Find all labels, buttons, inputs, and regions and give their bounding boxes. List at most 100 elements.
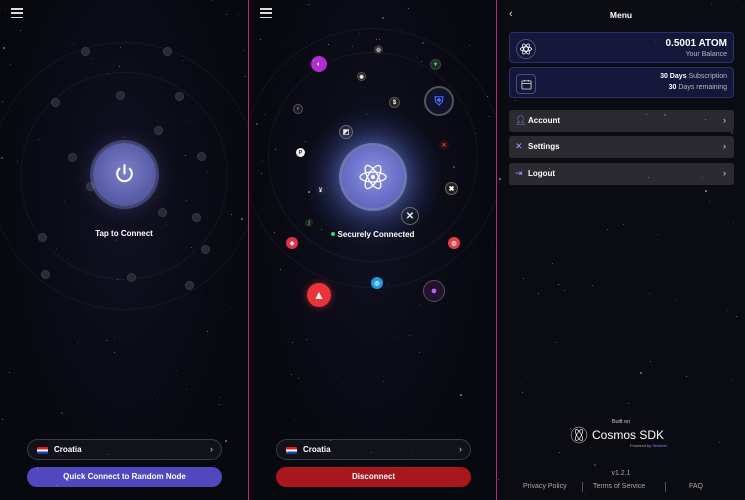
star-decoration bbox=[646, 114, 647, 115]
token-icon: ◐ bbox=[311, 56, 327, 72]
terms-link[interactable]: Terms of Service bbox=[593, 483, 645, 490]
subscription-line: 30 Days Subscription bbox=[660, 73, 727, 80]
star-decoration bbox=[230, 307, 231, 308]
node-dot bbox=[201, 245, 210, 254]
star-decoration bbox=[308, 4, 309, 5]
chevron-right-icon: › bbox=[723, 115, 726, 125]
token-icon: $ bbox=[389, 97, 400, 108]
star-decoration bbox=[285, 43, 286, 44]
star-decoration bbox=[650, 361, 651, 362]
star-decoration bbox=[736, 316, 737, 317]
hamburger-menu-icon[interactable] bbox=[260, 8, 272, 19]
star-decoration bbox=[313, 60, 314, 61]
star-decoration bbox=[742, 7, 743, 8]
menu-item-settings[interactable]: ✕ Settings › bbox=[509, 136, 734, 158]
star-decoration bbox=[522, 392, 523, 393]
star-decoration bbox=[1, 157, 3, 159]
cosmos-atom-icon bbox=[359, 164, 387, 190]
country-selector[interactable]: Croatia › bbox=[27, 439, 222, 460]
star-decoration bbox=[9, 372, 10, 373]
status-dot-icon bbox=[330, 232, 335, 236]
potion-token-icon: ● bbox=[423, 280, 445, 302]
subscription-text: Subscription bbox=[686, 73, 727, 80]
remaining-line: 30 Days remaining bbox=[669, 84, 727, 91]
star-decoration bbox=[2, 101, 3, 102]
star-decoration bbox=[515, 100, 516, 101]
star-decoration bbox=[101, 82, 102, 83]
menu-item-logout[interactable]: ⇥ Logout › bbox=[509, 163, 734, 185]
menu-item-label: Logout bbox=[528, 169, 556, 178]
star-decoration bbox=[64, 201, 65, 202]
star-decoration bbox=[166, 194, 167, 195]
powered-by: Powered by Sentinel bbox=[630, 443, 667, 448]
powered-by-label: Powered by bbox=[630, 443, 652, 448]
star-decoration bbox=[117, 279, 118, 280]
star-decoration bbox=[330, 476, 331, 477]
star-decoration bbox=[107, 73, 108, 74]
star-decoration bbox=[238, 14, 239, 15]
quick-connect-button[interactable]: Quick Connect to Random Node bbox=[27, 467, 222, 487]
star-decoration bbox=[38, 139, 39, 140]
star-decoration bbox=[114, 352, 115, 353]
star-decoration bbox=[20, 30, 21, 31]
privacy-policy-link[interactable]: Privacy Policy bbox=[523, 483, 567, 490]
powered-by-name: Sentinel bbox=[652, 443, 667, 448]
star-decoration bbox=[244, 50, 245, 51]
disconnect-button[interactable]: Disconnect bbox=[276, 467, 471, 487]
star-decoration bbox=[705, 119, 706, 120]
star-decoration bbox=[719, 442, 720, 443]
star-decoration bbox=[17, 161, 18, 162]
cosmos-atom-icon bbox=[516, 39, 536, 59]
node-dot bbox=[185, 281, 194, 290]
token-icon: ∫ bbox=[305, 219, 313, 227]
star-decoration bbox=[91, 58, 92, 59]
hamburger-menu-icon[interactable] bbox=[11, 8, 23, 19]
star-decoration bbox=[226, 14, 227, 15]
node-dot bbox=[68, 153, 77, 162]
star-decoration bbox=[308, 191, 310, 193]
star-decoration bbox=[549, 168, 550, 169]
star-decoration bbox=[592, 285, 593, 286]
connected-screen: ◐ ◎ ✦ ◉ ⛨ $ ‹ ◩ ✕ P ✖ ¥ ✕ ∫ ◈ ◎ ◎ ▲ ● Se… bbox=[249, 0, 496, 500]
star-decoration bbox=[186, 389, 187, 390]
star-decoration bbox=[618, 420, 619, 421]
user-icon: 👤︎ bbox=[515, 115, 527, 125]
connect-power-button[interactable] bbox=[93, 143, 156, 206]
star-decoration bbox=[37, 468, 38, 469]
menu-item-label: Account bbox=[528, 116, 560, 125]
node-dot bbox=[163, 47, 172, 56]
token-icon: P bbox=[296, 148, 305, 157]
star-decoration bbox=[408, 8, 409, 9]
star-decoration bbox=[594, 464, 596, 466]
balance-amount: 0.5001 ATOM bbox=[665, 38, 727, 49]
star-decoration bbox=[176, 370, 177, 371]
star-decoration bbox=[211, 0, 212, 1]
star-decoration bbox=[376, 39, 377, 40]
star-decoration bbox=[487, 96, 488, 97]
star-decoration bbox=[157, 399, 158, 400]
country-selector[interactable]: Croatia › bbox=[276, 439, 471, 460]
token-icon: ✖ bbox=[445, 182, 458, 195]
token-icon: ◉ bbox=[357, 72, 366, 81]
app-version: v1.2.1 bbox=[611, 470, 631, 477]
star-decoration bbox=[106, 340, 107, 341]
star-decoration bbox=[559, 452, 560, 453]
menu-item-label: Settings bbox=[528, 142, 560, 151]
star-decoration bbox=[191, 247, 192, 248]
disconnect-atom-button[interactable] bbox=[342, 146, 404, 208]
subscription-days: 30 Days bbox=[660, 73, 687, 80]
star-decoration bbox=[132, 171, 133, 172]
star-decoration bbox=[435, 65, 436, 66]
menu-item-account[interactable]: 👤︎ Account › bbox=[509, 110, 734, 132]
faq-link[interactable]: FAQ bbox=[689, 483, 703, 490]
star-decoration bbox=[166, 224, 167, 225]
star-decoration bbox=[56, 248, 57, 249]
star-decoration bbox=[419, 352, 420, 353]
star-decoration bbox=[207, 172, 208, 173]
logout-icon: ⇥ bbox=[515, 168, 523, 178]
star-decoration bbox=[366, 114, 367, 115]
footer-divider bbox=[582, 482, 583, 492]
star-decoration bbox=[420, 304, 421, 305]
star-decoration bbox=[116, 240, 117, 241]
star-decoration bbox=[498, 479, 499, 480]
